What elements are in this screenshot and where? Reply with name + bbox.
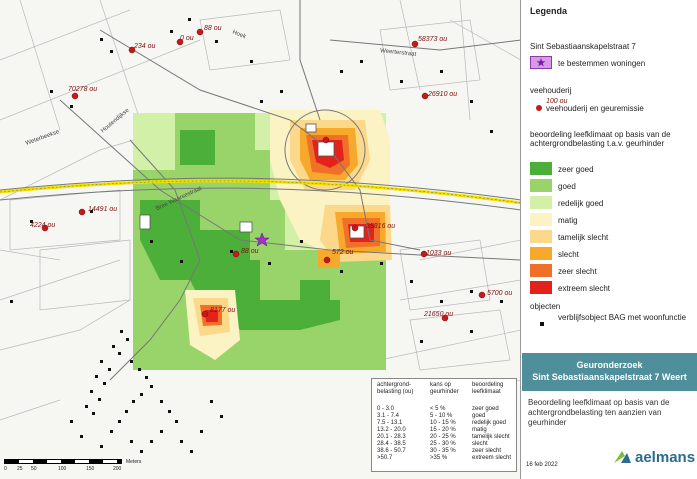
table-cell: matig [472,427,487,433]
class-swatch [530,264,552,277]
emission-label: 88 ou [204,25,222,32]
emission-label: 58373 ou [418,36,448,43]
emission-label: 0 ou [180,35,194,42]
table-cell: 20 - 25 % [430,434,456,440]
class-label: redelijk goed [558,199,604,208]
table-cell: redelijk goed [472,420,507,426]
logo-mark-icon [612,447,632,467]
objects-heading: objecten [530,302,561,311]
table-cell: 5 - 10 % [430,413,453,419]
table-cell: 30 - 35 % [430,448,456,454]
emission-label: 1033 ou [426,250,452,257]
emission-label: 5700 ou [487,290,513,297]
dwelling-square-icon [540,322,544,326]
class-swatch [530,230,552,243]
table-header: achtergrond- belasting (ou) [377,382,414,395]
table-cell: slecht [472,441,488,447]
table-cell: extreem slecht [472,455,512,461]
class-label: zeer goed [558,165,594,174]
table-cell: tamelijk slecht [472,434,510,440]
star-swatch [530,56,552,69]
class-swatch [530,281,552,294]
star-label: te bestemmen woningen [558,59,646,68]
emission-label: 21650 ou [424,311,454,318]
aelmans-logo: aelmans [612,447,695,467]
class-swatch [530,247,552,260]
classes-heading: beoordeling leefklimaat op basis van de … [530,130,671,148]
classification-table: achtergrond- belasting (ou) 0 - 3.0 3.1 … [371,378,517,472]
table-cell: 25 - 30 % [430,441,456,447]
table-cell: >50.7 [377,455,393,461]
star-icon [536,58,546,67]
legend-title: Legenda [530,6,568,16]
emission-label: 70278 ou [68,86,98,93]
emission-label: 26910 ou [428,91,458,98]
class-swatch [530,196,552,209]
emission-label: 572 ou [332,249,354,256]
table-cell: zeer slecht [472,448,502,454]
class-label: slecht [558,250,579,259]
scale-bar: 0 25 50 100 150 200 Meters [4,459,142,472]
legend-subject: Sint Sebastiaanskapelstraat 7 [530,42,636,51]
table-header: beoordeling leefklimaat [472,382,504,395]
class-label: extreem slecht [558,284,611,293]
table-cell: 28.4 - 38.5 [377,441,406,447]
veehouderij-heading: veehouderij [530,86,572,95]
veehouderij-label: veehouderij en geuremissie [546,104,644,113]
emission-label: 14491 ou [88,206,118,213]
emission-label: 88 ou [241,248,259,255]
class-swatch [530,179,552,192]
table-cell: 10 - 15 % [430,420,456,426]
emission-label: 4224 ou [30,222,56,229]
emission-label: 8177 ou [210,307,236,314]
table-cell: < 5 % [430,406,446,412]
date-label: 16 feb 2022 [526,462,558,468]
table-cell: goed [472,413,486,419]
table-cell: 15 - 20 % [430,427,456,433]
table-cell: 20.1 - 28.3 [377,434,406,440]
table-header: kans op geurhinder [430,382,459,395]
farm-dot-icon [536,105,542,111]
emission-label: 35816 ou [366,223,396,230]
class-label: matig [558,216,578,225]
table-cell: 3.1 - 7.4 [377,413,400,419]
table-cell: 7.5 - 13.1 [377,420,403,426]
class-label: tamelijk slecht [558,233,609,242]
odor-map[interactable]: 234 ou 0 ou 88 ou 58373 ou 70278 ou 2691… [0,0,521,479]
table-cell: 38.6 - 50.7 [377,448,406,454]
emission-label: 234 ou [134,43,156,50]
title-line-2: Sint Sebastiaanskapelstraat 7 Weert [532,372,687,382]
table-cell: zeer goed [472,406,499,412]
table-cell: 13.2 - 20.0 [377,427,406,433]
class-label: goed [558,182,576,191]
logo-text: aelmans [635,448,696,466]
table-cell: >35 % [430,455,448,461]
objects-label: verblijfsobject BAG met woonfunctie [558,313,687,322]
class-swatch [530,213,552,226]
table-cell: 0 - 3.0 [377,406,395,412]
class-swatch [530,162,552,175]
title-line-1: Geuronderzoek [576,360,643,370]
title-box: Geuronderzoek Sint Sebastiaanskapelstraa… [522,353,697,391]
class-label: zeer slecht [558,267,597,276]
description: Beoordeling leefklimaat op basis van de … [528,398,670,427]
